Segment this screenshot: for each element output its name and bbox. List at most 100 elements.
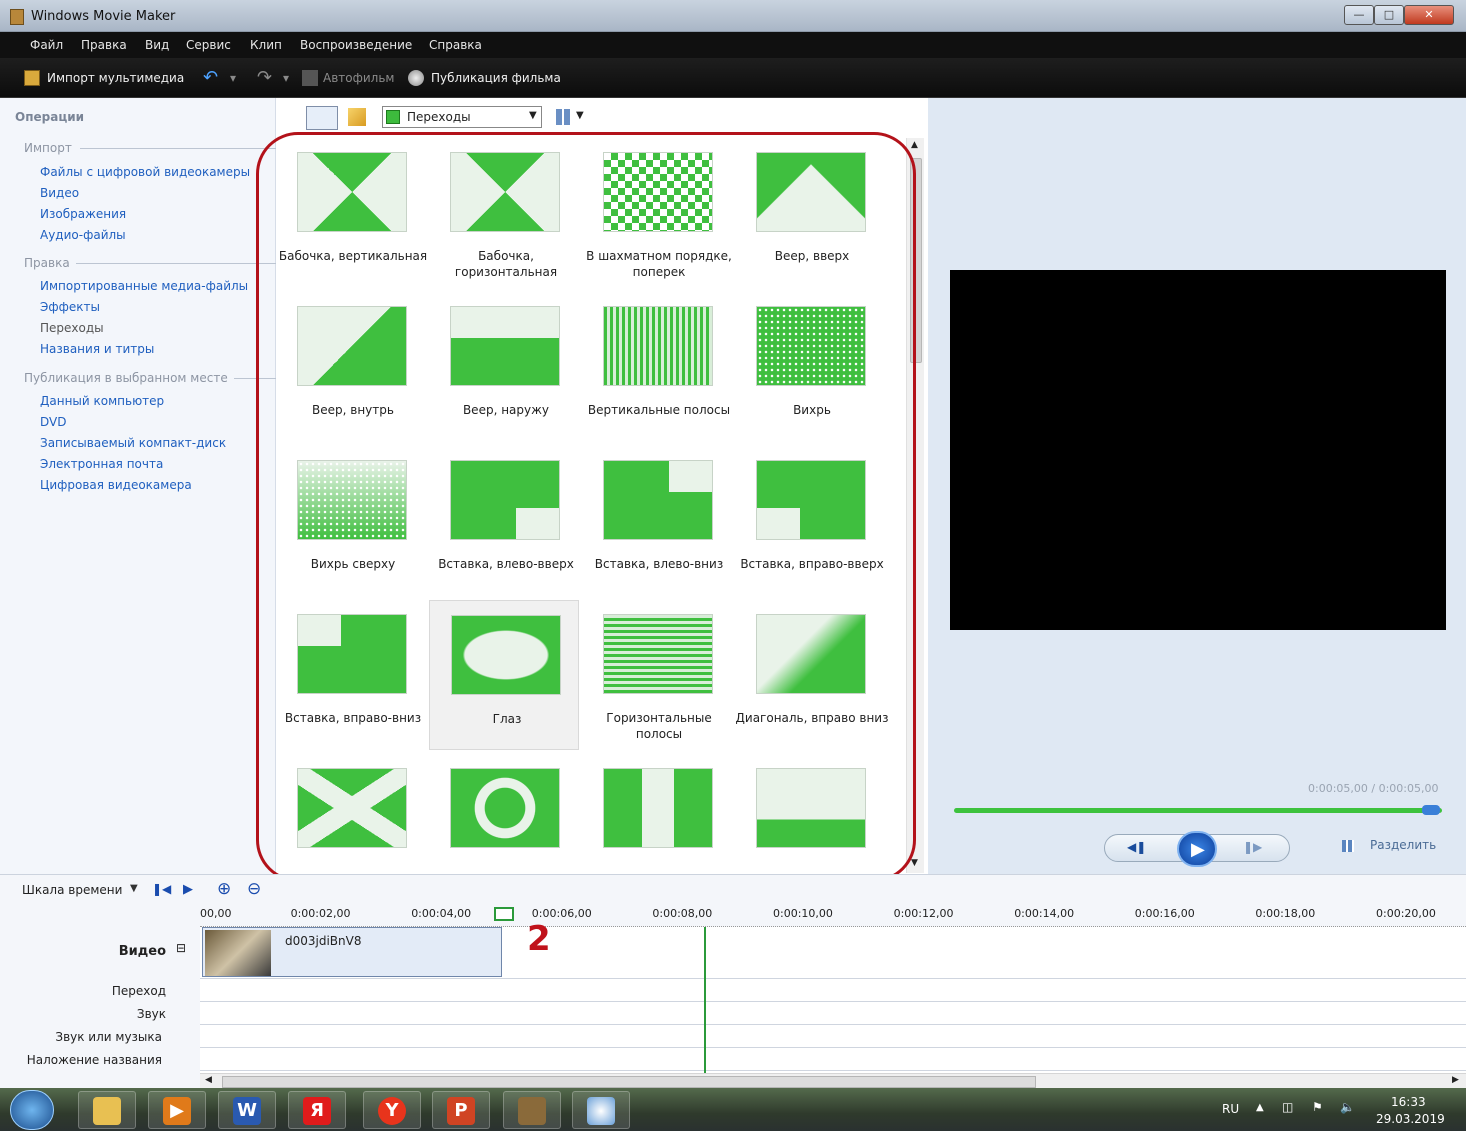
video-clip[interactable]: d003jdiBnV8: [202, 927, 502, 977]
collections-icon[interactable]: [348, 108, 366, 126]
rewind-icon[interactable]: ❚◀: [152, 882, 171, 896]
transition-tile[interactable]: Веер, наружу: [429, 292, 579, 442]
transition-tile[interactable]: [276, 754, 426, 873]
maximize-button[interactable]: □: [1374, 5, 1404, 25]
timeline-scroll-thumb[interactable]: [222, 1076, 1036, 1088]
link-dvd[interactable]: DVD: [40, 415, 66, 429]
tray-time[interactable]: 16:33: [1391, 1095, 1426, 1109]
transition-tile[interactable]: Вставка, влево-вниз: [582, 446, 732, 596]
link-transitions[interactable]: Переходы: [40, 321, 104, 335]
taskbar-paint[interactable]: [572, 1091, 630, 1129]
audio-track[interactable]: [200, 1002, 1466, 1025]
link-video[interactable]: Видео: [40, 186, 79, 200]
prev-frame-icon[interactable]: ◀❚: [1127, 840, 1146, 854]
playhead-handle[interactable]: [494, 907, 514, 921]
transition-tile[interactable]: [429, 754, 579, 873]
transition-tile[interactable]: Вихрь сверху: [276, 446, 426, 596]
transition-tile[interactable]: Вихрь: [735, 292, 885, 442]
tray-expand-icon[interactable]: ▲: [1256, 1102, 1264, 1113]
timeline-mode-dropdown-icon[interactable]: ▼: [130, 883, 138, 894]
taskbar-media-player[interactable]: ▶: [148, 1091, 206, 1129]
menu-file[interactable]: Файл: [30, 38, 63, 52]
split-button[interactable]: Разделить: [1370, 838, 1436, 852]
transition-tile[interactable]: Бабочка, вертикальная: [276, 138, 427, 288]
timeline-scrollbar[interactable]: ◀ ▶: [200, 1073, 1466, 1089]
scroll-down-icon[interactable]: ▼: [911, 858, 918, 868]
link-images[interactable]: Изображения: [40, 207, 126, 221]
title-overlay-track[interactable]: [200, 1048, 1466, 1071]
transition-tile[interactable]: Вертикальные полосы: [582, 292, 732, 442]
view-options-dropdown-icon[interactable]: ▼: [576, 110, 584, 121]
taskbar-word[interactable]: W: [218, 1091, 276, 1129]
transition-tile[interactable]: Диагональ, вправо вниз: [735, 600, 888, 750]
transition-tile[interactable]: Вставка, влево-вверх: [429, 446, 579, 596]
collapse-icon[interactable]: ⊟: [176, 941, 186, 955]
scroll-up-icon[interactable]: ▲: [911, 140, 918, 150]
view-options-icon[interactable]: [556, 109, 572, 125]
link-audio-files[interactable]: Аудио-файлы: [40, 228, 126, 242]
tray-date[interactable]: 29.03.2019: [1376, 1112, 1445, 1126]
zoom-out-icon[interactable]: ⊖: [247, 879, 261, 899]
taskbar-yandex[interactable]: Я: [288, 1091, 346, 1129]
undo-icon[interactable]: ↶: [203, 67, 218, 88]
scroll-right-icon[interactable]: ▶: [1452, 1075, 1459, 1085]
taskbar-powerpoint[interactable]: P: [432, 1091, 490, 1129]
action-center-flag-icon[interactable]: ⚑: [1312, 1100, 1323, 1114]
link-effects[interactable]: Эффекты: [40, 300, 100, 314]
publish-movie-button[interactable]: Публикация фильма: [431, 71, 561, 85]
volume-icon[interactable]: 🔈: [1340, 1100, 1355, 1114]
menu-tools[interactable]: Сервис: [186, 38, 231, 52]
transition-tile[interactable]: Бабочка, горизонтальная: [429, 138, 579, 288]
link-recordable-cd[interactable]: Записываемый компакт-диск: [40, 436, 226, 450]
timeline-mode-button[interactable]: Шкала времени: [22, 883, 122, 897]
video-track[interactable]: d003jdiBnV8: [200, 927, 1466, 979]
automovie-button[interactable]: Автофильм: [323, 71, 394, 85]
transition-tile[interactable]: Горизонтальные полосы: [582, 600, 732, 750]
menu-view[interactable]: Вид: [145, 38, 169, 52]
minimize-button[interactable]: —: [1344, 5, 1374, 25]
scroll-left-icon[interactable]: ◀: [205, 1075, 212, 1085]
timeline-play-icon[interactable]: ▶: [183, 882, 193, 897]
import-media-button[interactable]: Импорт мультимедиа: [47, 71, 184, 85]
redo-icon[interactable]: ↷: [257, 67, 272, 88]
taskbar-yandex-browser[interactable]: Y: [363, 1091, 421, 1129]
tray-language[interactable]: RU: [1222, 1102, 1239, 1116]
transition-tile[interactable]: В шахматном порядке, поперек: [582, 138, 732, 288]
menu-edit[interactable]: Правка: [81, 38, 127, 52]
link-email[interactable]: Электронная почта: [40, 457, 163, 471]
taskbar-movie-maker[interactable]: [503, 1091, 561, 1129]
transition-tile[interactable]: Вставка, вправо-вверх: [735, 446, 885, 596]
collection-dropdown[interactable]: Переходы ▼: [382, 106, 542, 128]
menu-playback[interactable]: Воспроизведение: [300, 38, 412, 52]
transition-track[interactable]: [200, 979, 1466, 1002]
undo-dropdown-icon[interactable]: ▾: [230, 71, 236, 85]
menu-help[interactable]: Справка: [429, 38, 482, 52]
transition-tile[interactable]: [582, 754, 732, 873]
link-dv-camera-files[interactable]: Файлы с цифровой видеокамеры: [40, 165, 250, 179]
transition-tile[interactable]: Веер, внутрь: [276, 292, 426, 442]
zoom-in-icon[interactable]: ⊕: [217, 879, 231, 899]
next-frame-icon[interactable]: ❚▶: [1243, 840, 1262, 854]
redo-dropdown-icon[interactable]: ▾: [283, 71, 289, 85]
link-digital-camera[interactable]: Цифровая видеокамера: [40, 478, 192, 492]
timeline-ruler[interactable]: 00,00 0:00:02,00 0:00:04,00 0:00:06,00 0:00:…: [200, 905, 1466, 927]
music-track[interactable]: [200, 1025, 1466, 1048]
close-button[interactable]: ✕: [1404, 5, 1454, 25]
play-button[interactable]: ▶: [1177, 831, 1217, 867]
link-titles-credits[interactable]: Названия и титры: [40, 342, 154, 356]
content-scrollbar[interactable]: ▲ ▼: [906, 138, 924, 873]
transition-tile[interactable]: Веер, вверх: [735, 138, 885, 288]
transition-tile[interactable]: Глаз: [429, 600, 579, 750]
transition-tile[interactable]: Вставка, вправо-вниз: [276, 600, 426, 750]
taskbar-explorer[interactable]: [78, 1091, 136, 1129]
scroll-thumb[interactable]: [910, 158, 922, 363]
network-icon[interactable]: ◫: [1282, 1100, 1293, 1114]
tasks-toggle-icon[interactable]: [306, 106, 338, 130]
link-this-computer[interactable]: Данный компьютер: [40, 394, 164, 408]
link-imported-media[interactable]: Импортированные медиа-файлы: [40, 279, 248, 293]
menu-clip[interactable]: Клип: [250, 38, 282, 52]
start-button[interactable]: [10, 1090, 54, 1130]
seek-thumb[interactable]: [1422, 805, 1440, 815]
seek-bar[interactable]: [954, 808, 1442, 813]
transition-tile[interactable]: [735, 754, 885, 873]
